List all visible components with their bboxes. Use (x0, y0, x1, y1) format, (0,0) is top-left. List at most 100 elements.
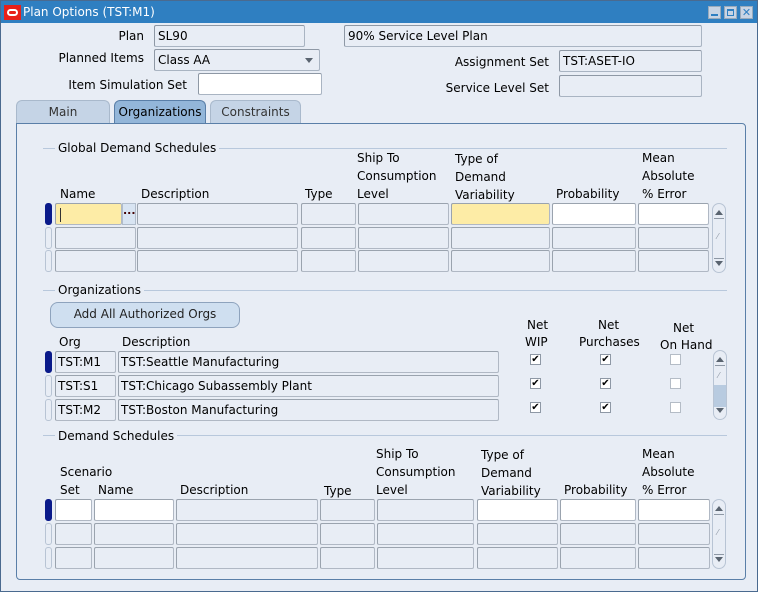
row-indicator[interactable] (45, 523, 52, 545)
ds-probability-cell[interactable] (560, 499, 636, 521)
net-wip-checkbox[interactable]: ✔ (530, 378, 541, 389)
plan-field[interactable]: SL90 (154, 25, 305, 47)
gds-name-cell[interactable] (55, 227, 136, 249)
gds-mape-cell[interactable] (638, 227, 709, 249)
ds-mape-cell[interactable] (638, 547, 710, 569)
scroll-down-icon[interactable] (716, 408, 724, 413)
gds-variability-cell[interactable] (451, 250, 550, 272)
gds-ship-to-cell[interactable] (358, 203, 449, 225)
tab-main[interactable]: Main (16, 100, 110, 124)
ds-name-cell[interactable] (94, 523, 174, 545)
text-cursor (60, 208, 61, 222)
org-description-cell[interactable]: TST:Boston Manufacturing (118, 399, 499, 421)
ds-probability-cell[interactable] (560, 523, 636, 545)
ds-mape-cell[interactable] (638, 523, 710, 545)
row-indicator[interactable] (45, 375, 52, 397)
ds-ship-to-cell[interactable] (377, 499, 474, 521)
ds-name-cell[interactable] (94, 547, 174, 569)
gds-name-cell[interactable] (55, 250, 136, 272)
ds-type-cell[interactable] (320, 499, 375, 521)
tab-organizations[interactable]: Organizations (114, 100, 206, 124)
row-indicator[interactable] (45, 227, 52, 249)
ds-scenario-set-cell[interactable] (55, 499, 92, 521)
maximize-button[interactable] (724, 6, 737, 19)
net-purchases-checkbox[interactable]: ✔ (600, 354, 611, 365)
gds-mape-cell[interactable] (638, 250, 709, 272)
scroll-grip-icon: ⁄ (718, 371, 720, 380)
gds-probability-cell[interactable] (552, 203, 636, 225)
row-indicator[interactable] (45, 203, 52, 225)
net-purchases-checkbox[interactable]: ✔ (600, 402, 611, 413)
ds-variability-cell[interactable] (477, 523, 558, 545)
ds-type-cell[interactable] (320, 523, 375, 545)
ds-description-cell[interactable] (176, 547, 318, 569)
gds-type-cell[interactable] (301, 203, 356, 225)
item-simulation-set-field[interactable] (198, 73, 322, 95)
net-purchases-checkbox[interactable]: ✔ (600, 378, 611, 389)
ds-vertical-scrollbar[interactable]: ⁄ (712, 499, 726, 569)
row-indicator[interactable] (45, 250, 52, 272)
org-code-cell[interactable]: TST:S1 (55, 375, 116, 397)
ds-ship-to-cell[interactable] (377, 547, 474, 569)
ds-header-description: Description (180, 483, 249, 497)
gds-name-cell[interactable] (55, 203, 122, 225)
net-on-hand-checkbox[interactable] (670, 354, 681, 365)
row-indicator[interactable] (45, 351, 52, 373)
gds-probability-cell[interactable] (552, 227, 636, 249)
ds-description-cell[interactable] (176, 523, 318, 545)
gds-type-cell[interactable] (301, 250, 356, 272)
ds-variability-cell[interactable] (477, 547, 558, 569)
scroll-up-icon[interactable] (716, 357, 724, 362)
ds-mape-cell[interactable] (638, 499, 710, 521)
gds-header-variability-2: Demand (455, 170, 506, 184)
ds-name-cell[interactable] (94, 499, 174, 521)
scrollbar-track[interactable] (714, 385, 726, 407)
org-code-cell[interactable]: TST:M1 (55, 351, 116, 373)
ds-description-cell[interactable] (176, 499, 318, 521)
minimize-button[interactable] (708, 6, 721, 19)
planned-items-value: Class AA (158, 53, 211, 67)
net-wip-checkbox[interactable]: ✔ (530, 402, 541, 413)
gds-probability-cell[interactable] (552, 250, 636, 272)
plan-description-field[interactable]: 90% Service Level Plan (344, 25, 702, 47)
gds-description-cell[interactable] (137, 250, 298, 272)
planned-items-select[interactable]: Class AA (154, 49, 320, 71)
ds-variability-cell[interactable] (477, 499, 558, 521)
gds-variability-cell[interactable] (451, 227, 550, 249)
add-all-authorized-orgs-button[interactable]: Add All Authorized Orgs (50, 302, 240, 328)
scroll-down-icon[interactable] (715, 557, 723, 562)
gds-variability-cell[interactable] (451, 203, 550, 225)
assignment-set-label: Assignment Set (454, 55, 549, 69)
scroll-up-icon[interactable] (715, 210, 723, 215)
org-code-cell[interactable]: TST:M2 (55, 399, 116, 421)
ds-probability-cell[interactable] (560, 547, 636, 569)
close-button[interactable]: ✕ (740, 6, 753, 19)
row-indicator[interactable] (45, 499, 52, 521)
org-description-cell[interactable]: TST:Chicago Subassembly Plant (118, 375, 499, 397)
gds-type-cell[interactable] (301, 227, 356, 249)
gds-ship-to-cell[interactable] (358, 227, 449, 249)
gds-header-mape-1: Mean (642, 151, 675, 165)
row-indicator[interactable] (45, 547, 52, 569)
org-vertical-scrollbar[interactable]: ⁄ (713, 350, 727, 420)
org-description-cell[interactable]: TST:Seattle Manufacturing (118, 351, 499, 373)
ds-scenario-set-cell[interactable] (55, 523, 92, 545)
net-on-hand-checkbox[interactable] (670, 378, 681, 389)
gds-description-cell[interactable] (137, 227, 298, 249)
net-wip-checkbox[interactable]: ✔ (530, 354, 541, 365)
tab-constraints[interactable]: Constraints (210, 100, 301, 124)
ds-type-cell[interactable] (320, 547, 375, 569)
row-indicator[interactable] (45, 399, 52, 421)
gds-vertical-scrollbar[interactable]: ⁄ (712, 203, 726, 273)
assignment-set-field[interactable]: TST:ASET-IO (559, 50, 702, 72)
ds-ship-to-cell[interactable] (377, 523, 474, 545)
gds-mape-cell[interactable] (638, 203, 709, 225)
ds-scenario-set-cell[interactable] (55, 547, 92, 569)
list-of-values-button[interactable]: ... (122, 203, 136, 225)
service-level-set-field[interactable] (559, 75, 702, 97)
gds-ship-to-cell[interactable] (358, 250, 449, 272)
scroll-up-icon[interactable] (715, 506, 723, 511)
net-on-hand-checkbox[interactable] (670, 402, 681, 413)
scroll-down-icon[interactable] (715, 261, 723, 266)
gds-description-cell[interactable] (137, 203, 298, 225)
